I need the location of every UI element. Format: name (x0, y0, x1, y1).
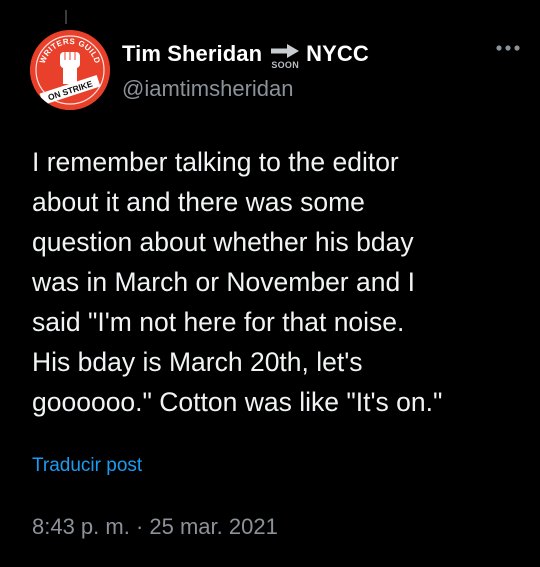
post-header: WRITERS GUILD ON STRIKE Tim Sheridan SOO… (30, 30, 528, 110)
post-timestamp[interactable]: 8:43 p. m. · 25 mar. 2021 (32, 514, 278, 540)
raised-fist-icon (60, 52, 80, 84)
soon-label: SOON (271, 59, 300, 70)
post-text: I remember talking to the editor about i… (32, 147, 443, 417)
arrow-right-icon (271, 43, 300, 58)
thread-connector-line (65, 10, 67, 24)
author-names: Tim Sheridan SOON NYCC @iamtimsheridan (122, 38, 369, 102)
more-options-button[interactable] (490, 34, 526, 62)
display-name-suffix[interactable]: NYCC (306, 41, 369, 67)
translate-post-link[interactable]: Traducir post (32, 455, 142, 477)
avatar-image: WRITERS GUILD ON STRIKE (30, 30, 110, 110)
display-name[interactable]: Tim Sheridan (122, 41, 262, 67)
soon-arrow-emoji: SOON (270, 43, 300, 70)
more-horizontal-icon (496, 45, 520, 51)
author-handle[interactable]: @iamtimsheridan (122, 76, 369, 102)
avatar[interactable]: WRITERS GUILD ON STRIKE (30, 30, 110, 110)
display-name-row[interactable]: Tim Sheridan SOON NYCC (122, 38, 369, 70)
